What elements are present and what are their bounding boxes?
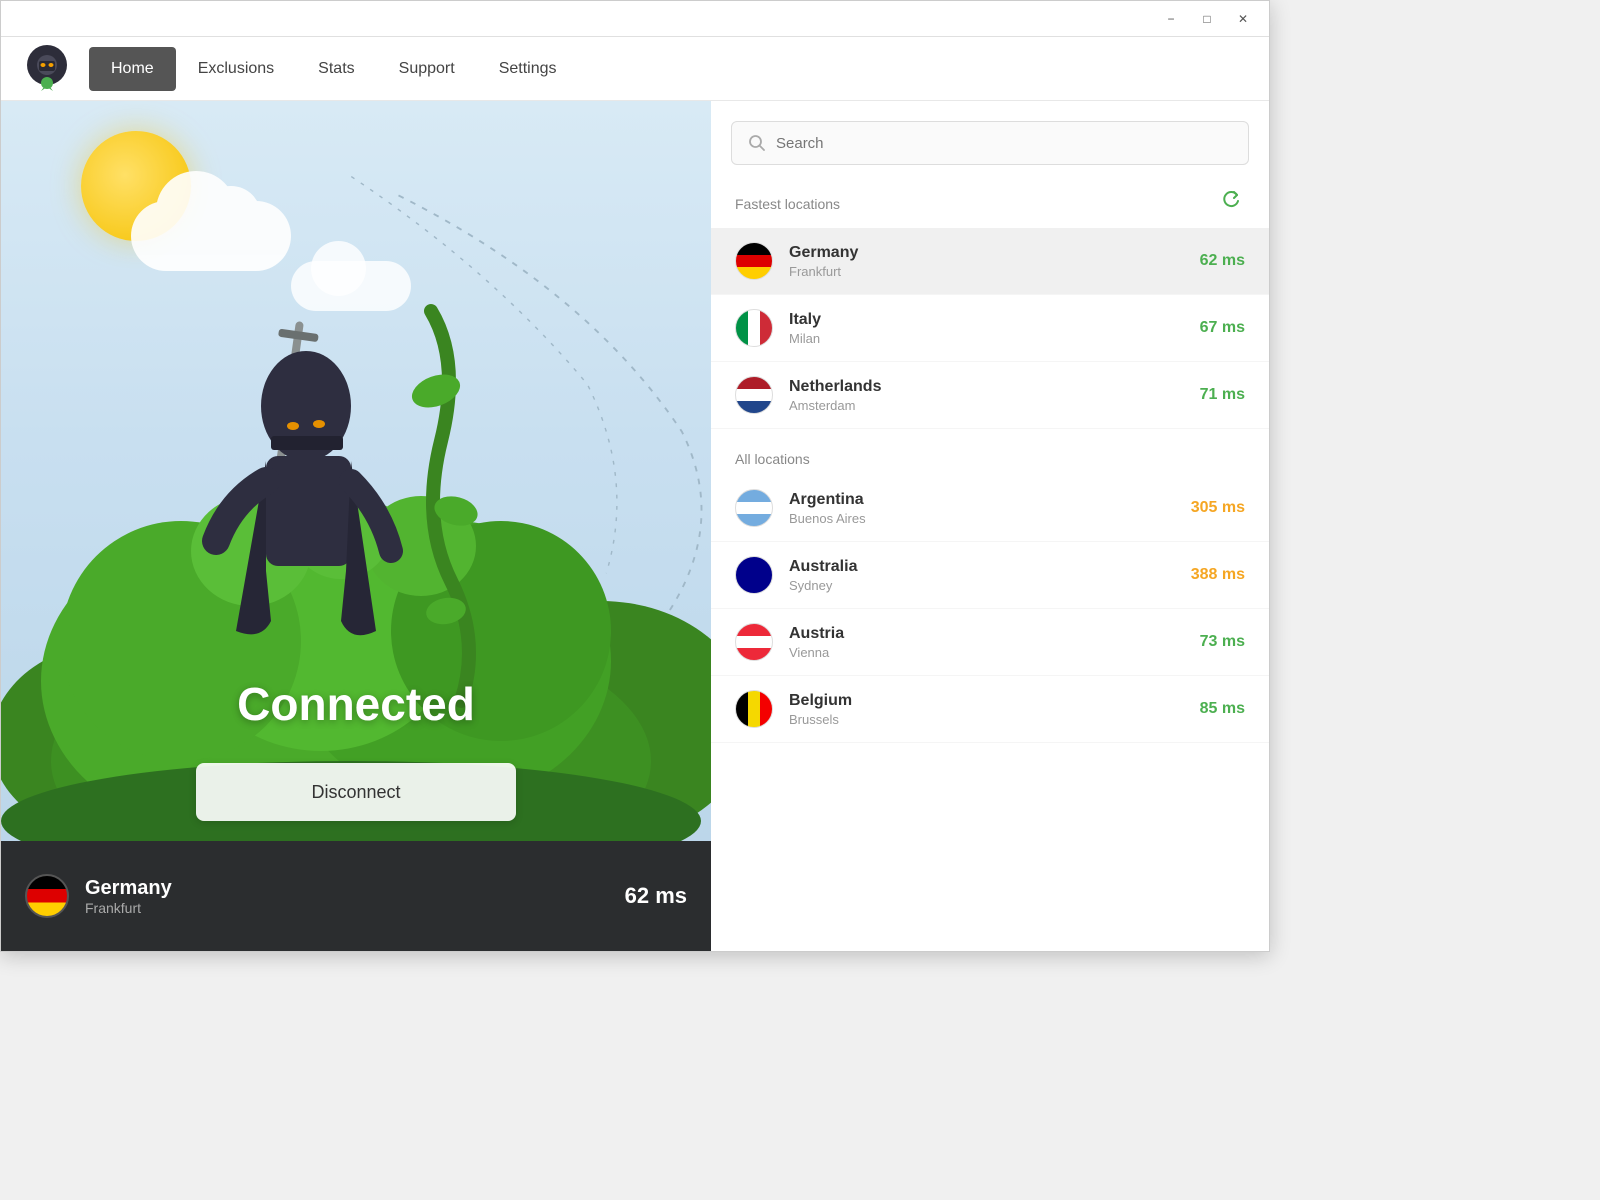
server-ping-belgium: 85 ms	[1200, 700, 1245, 718]
server-info-italy: Italy Milan	[789, 311, 1200, 346]
server-name-germany: Germany	[789, 244, 1200, 262]
status-ping: 62 ms	[625, 883, 687, 909]
fastest-locations-header: Fastest locations	[711, 175, 1269, 228]
main-content: Connected Disconnect Germany Frankfurt 6…	[1, 101, 1269, 951]
refresh-button[interactable]	[1217, 187, 1245, 220]
flag-australia	[735, 556, 773, 594]
search-bar[interactable]	[731, 121, 1249, 165]
fastest-locations-title: Fastest locations	[735, 196, 840, 212]
server-name-netherlands: Netherlands	[789, 378, 1200, 396]
server-city-belgium: Brussels	[789, 712, 1200, 727]
server-ping-argentina: 305 ms	[1191, 499, 1245, 517]
nav-menu: Home Exclusions Stats Support Settings	[89, 37, 579, 100]
server-city-netherlands: Amsterdam	[789, 398, 1200, 413]
server-list: Germany Frankfurt 62 ms Italy Milan 67 m…	[711, 228, 1269, 951]
server-info-germany: Germany Frankfurt	[789, 244, 1200, 279]
connection-status-text: Connected	[1, 677, 711, 731]
status-flag	[25, 874, 69, 918]
server-ping-australia: 388 ms	[1191, 566, 1245, 584]
minimize-button[interactable]: −	[1153, 5, 1189, 33]
server-city-argentina: Buenos Aires	[789, 511, 1191, 526]
server-name-argentina: Argentina	[789, 491, 1191, 509]
refresh-icon	[1221, 191, 1241, 211]
status-city: Frankfurt	[85, 900, 625, 916]
nav-home[interactable]: Home	[89, 47, 176, 91]
flag-austria	[735, 623, 773, 661]
server-item-argentina[interactable]: Argentina Buenos Aires 305 ms	[711, 475, 1269, 542]
server-name-austria: Austria	[789, 625, 1200, 643]
server-item-austria[interactable]: Austria Vienna 73 ms	[711, 609, 1269, 676]
server-ping-italy: 67 ms	[1200, 319, 1245, 337]
navbar: Home Exclusions Stats Support Settings	[1, 37, 1269, 101]
all-locations-title: All locations	[735, 451, 810, 467]
server-city-germany: Frankfurt	[789, 264, 1200, 279]
maximize-button[interactable]: □	[1189, 5, 1225, 33]
nav-exclusions[interactable]: Exclusions	[176, 37, 296, 100]
server-name-italy: Italy	[789, 311, 1200, 329]
server-info-austria: Austria Vienna	[789, 625, 1200, 660]
flag-germany	[735, 242, 773, 280]
nav-settings[interactable]: Settings	[477, 37, 579, 100]
server-info-netherlands: Netherlands Amsterdam	[789, 378, 1200, 413]
illustration-scene	[1, 261, 711, 841]
server-item-netherlands[interactable]: Netherlands Amsterdam 71 ms	[711, 362, 1269, 429]
app-window: − □ ✕ Home Exclusions Stats Support	[0, 0, 1270, 952]
server-ping-austria: 73 ms	[1200, 633, 1245, 651]
app-logo	[21, 43, 73, 95]
server-item-belgium[interactable]: Belgium Brussels 85 ms	[711, 676, 1269, 743]
nav-support[interactable]: Support	[377, 37, 477, 100]
right-panel: Fastest locations Germany Frankfurt	[711, 101, 1269, 951]
close-button[interactable]: ✕	[1225, 5, 1261, 33]
server-info-belgium: Belgium Brussels	[789, 692, 1200, 727]
flag-belgium	[735, 690, 773, 728]
server-info-australia: Australia Sydney	[789, 558, 1191, 593]
status-bar: Germany Frankfurt 62 ms	[1, 841, 711, 951]
server-name-australia: Australia	[789, 558, 1191, 576]
search-input[interactable]	[776, 135, 1232, 152]
server-city-australia: Sydney	[789, 578, 1191, 593]
flag-italy	[735, 309, 773, 347]
server-item-germany[interactable]: Germany Frankfurt 62 ms	[711, 228, 1269, 295]
server-name-belgium: Belgium	[789, 692, 1200, 710]
bush-svg	[1, 261, 711, 841]
flag-netherlands	[735, 376, 773, 414]
titlebar: − □ ✕	[1, 1, 1269, 37]
status-country: Germany	[85, 877, 625, 900]
server-item-italy[interactable]: Italy Milan 67 ms	[711, 295, 1269, 362]
flag-argentina	[735, 489, 773, 527]
search-icon	[748, 134, 766, 152]
left-panel: Connected Disconnect Germany Frankfurt 6…	[1, 101, 711, 951]
nav-stats[interactable]: Stats	[296, 37, 376, 100]
server-info-argentina: Argentina Buenos Aires	[789, 491, 1191, 526]
server-ping-netherlands: 71 ms	[1200, 386, 1245, 404]
server-city-italy: Milan	[789, 331, 1200, 346]
server-item-australia[interactable]: Australia Sydney 388 ms	[711, 542, 1269, 609]
disconnect-button[interactable]: Disconnect	[196, 763, 516, 821]
status-info: Germany Frankfurt	[85, 877, 625, 916]
server-ping-germany: 62 ms	[1200, 252, 1245, 270]
all-locations-header: All locations	[711, 439, 1269, 475]
server-city-austria: Vienna	[789, 645, 1200, 660]
